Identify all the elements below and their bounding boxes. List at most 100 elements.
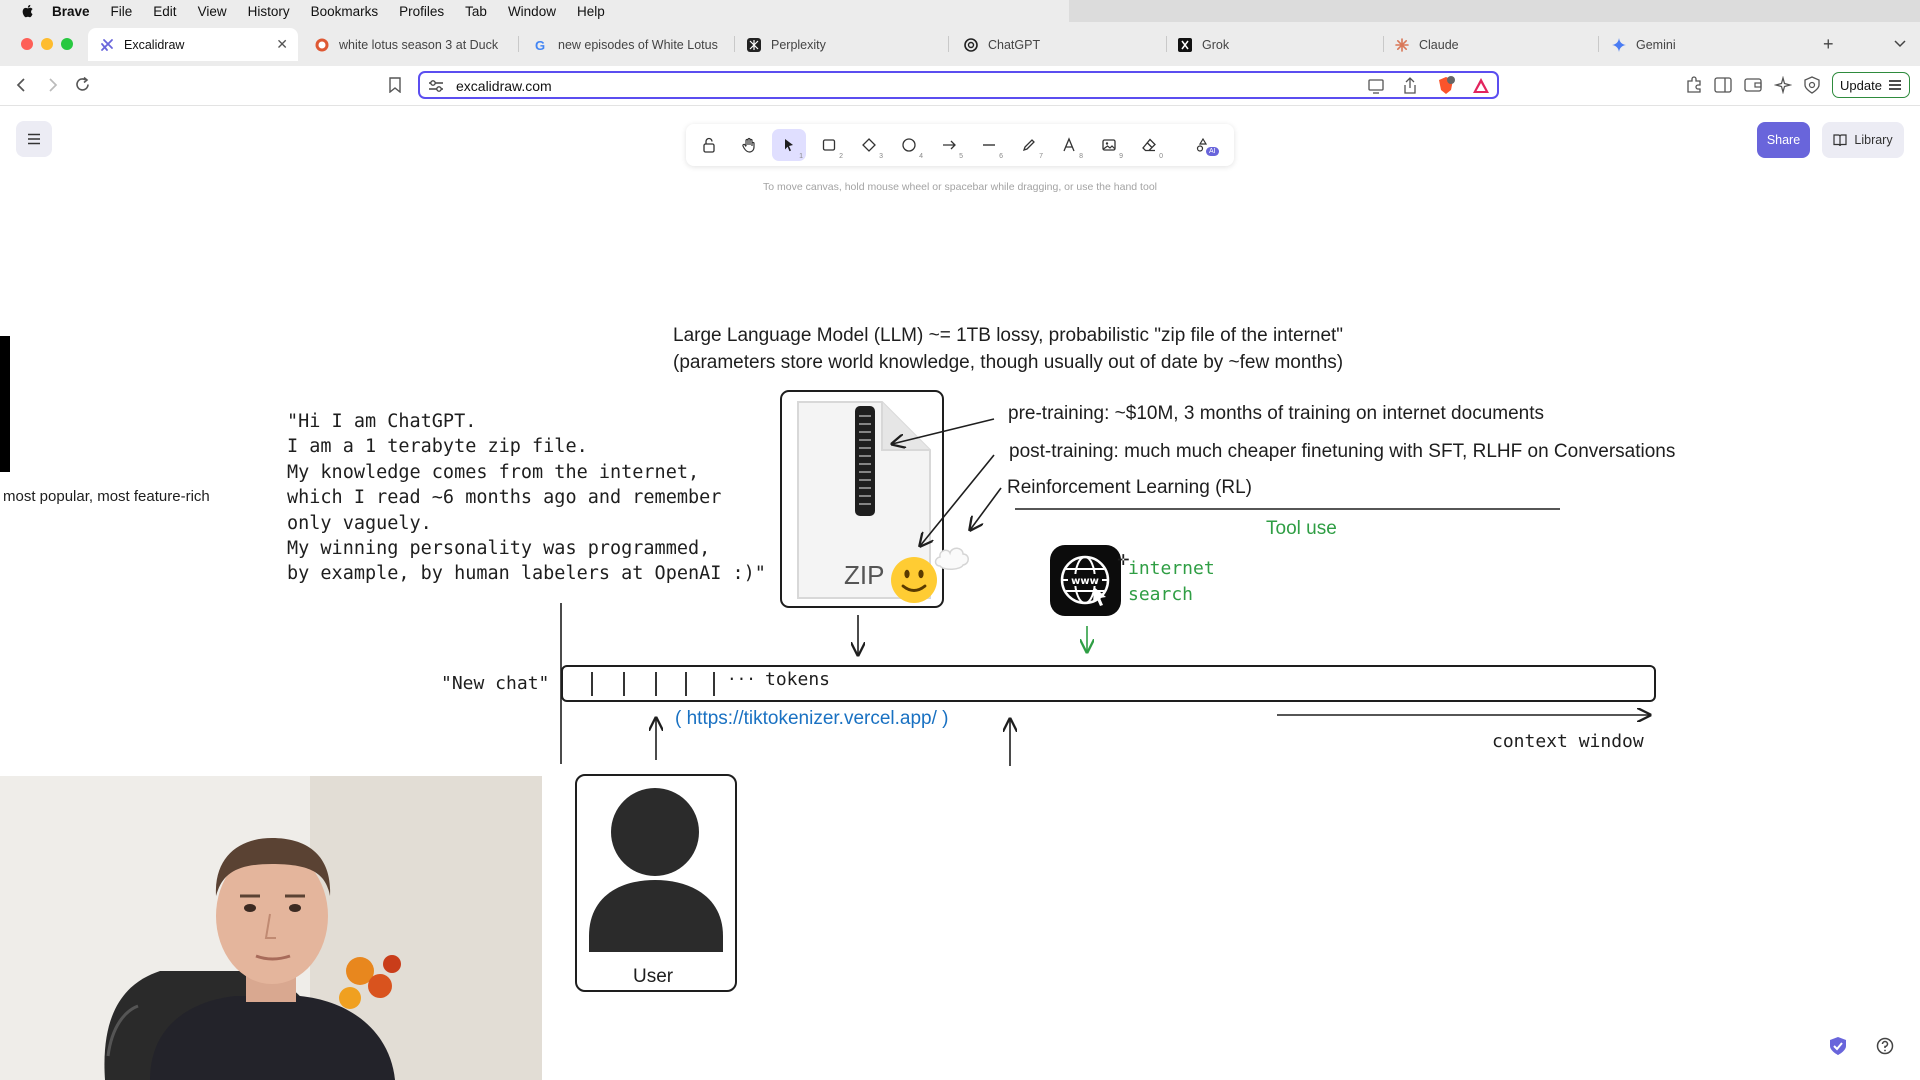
rectangle-tool-button[interactable]: 2 bbox=[812, 129, 846, 161]
bookmark-icon[interactable] bbox=[389, 77, 401, 93]
tool-shortcut-number: 6 bbox=[999, 153, 1003, 160]
new-tab-plus-icon[interactable]: + bbox=[1823, 34, 1834, 55]
leo-ai-sparkle-icon[interactable] bbox=[1774, 76, 1792, 94]
help-question-icon[interactable] bbox=[1875, 1036, 1895, 1056]
extensions-puzzle-icon[interactable] bbox=[1685, 76, 1703, 94]
share-button[interactable]: Share bbox=[1757, 122, 1810, 158]
tab-grok[interactable]: Grok bbox=[1166, 28, 1376, 61]
menu-help[interactable]: Help bbox=[577, 4, 605, 19]
tool-shortcut-number: 9 bbox=[1119, 153, 1123, 160]
tab-separator bbox=[1598, 36, 1599, 52]
menu-lines-icon bbox=[1888, 80, 1901, 90]
update-button[interactable]: Update bbox=[1832, 72, 1910, 98]
text-tool-button[interactable]: 8 bbox=[1052, 129, 1086, 161]
cast-screen-icon[interactable] bbox=[1367, 78, 1385, 94]
eraser-tool-button[interactable]: 0 bbox=[1132, 129, 1166, 161]
tool-shortcut-number: 7 bbox=[1039, 153, 1043, 160]
menu-profiles[interactable]: Profiles bbox=[399, 4, 444, 19]
window-close-button[interactable] bbox=[21, 38, 33, 50]
globe-www-icon: www bbox=[1060, 555, 1110, 606]
vpn-shield-icon[interactable] bbox=[1804, 76, 1820, 94]
ai-badge: AI bbox=[1206, 147, 1219, 156]
diamond-tool-button[interactable]: 3 bbox=[852, 129, 886, 161]
chatgpt-favicon-icon bbox=[964, 37, 978, 52]
reload-icon[interactable] bbox=[74, 76, 91, 93]
tab-gemini[interactable]: Gemini bbox=[1600, 28, 1810, 61]
duckduckgo-favicon-icon bbox=[315, 38, 329, 51]
rectangle-icon bbox=[822, 139, 836, 151]
line-tool-button[interactable]: 6 bbox=[972, 129, 1006, 161]
tab-duckduckgo[interactable]: white lotus season 3 at Duck bbox=[303, 28, 508, 61]
menu-file[interactable]: File bbox=[111, 4, 133, 19]
book-icon bbox=[1833, 134, 1847, 147]
hand-tool-button[interactable] bbox=[732, 129, 766, 161]
apple-logo-icon[interactable] bbox=[20, 3, 36, 19]
tab-perplexity[interactable]: Perplexity bbox=[735, 28, 945, 61]
webcam-video-overlay bbox=[0, 776, 542, 1080]
tab-chatgpt[interactable]: ChatGPT bbox=[952, 28, 1162, 61]
context-window-label: context window bbox=[1492, 731, 1644, 752]
tab-title: Claude bbox=[1419, 37, 1459, 52]
draw-tool-button[interactable]: 7 bbox=[1012, 129, 1046, 161]
tool-use-text: Tool use bbox=[1266, 518, 1337, 539]
hamburger-menu-icon bbox=[28, 133, 40, 145]
tab-separator bbox=[948, 36, 949, 52]
more-tools-button[interactable]: AI bbox=[1186, 129, 1220, 161]
internet-search-app-tile: www bbox=[1050, 545, 1121, 616]
sidebar-toggle-icon[interactable] bbox=[1714, 77, 1732, 93]
site-settings-icon[interactable] bbox=[428, 79, 444, 93]
menu-view[interactable]: View bbox=[198, 4, 227, 19]
perplexity-favicon-icon bbox=[747, 37, 761, 52]
gemini-favicon-icon bbox=[1612, 37, 1626, 52]
main-menu-button[interactable] bbox=[16, 121, 52, 157]
address-bar[interactable]: excalidraw.com bbox=[418, 71, 1499, 99]
menu-history[interactable]: History bbox=[248, 4, 290, 19]
share-page-icon[interactable] bbox=[1403, 77, 1417, 95]
thought-cloud-icon bbox=[934, 547, 969, 570]
unlock-icon bbox=[703, 137, 715, 153]
window-minimize-button[interactable] bbox=[41, 38, 53, 50]
close-tab-icon[interactable]: ✕ bbox=[276, 36, 288, 53]
tab-title: Excalidraw bbox=[124, 37, 185, 52]
forward-arrow-icon[interactable] bbox=[45, 77, 59, 93]
arrow-tool-button[interactable]: 5 bbox=[932, 129, 966, 161]
wallet-icon[interactable] bbox=[1744, 77, 1762, 93]
url-text: excalidraw.com bbox=[456, 78, 552, 94]
tab-excalidraw[interactable]: Excalidraw ✕ bbox=[88, 28, 298, 61]
tool-shortcut-number: 3 bbox=[879, 153, 883, 160]
shapes-toolbar: 1 2 3 4 5 6 7 8 9 0 AI bbox=[686, 124, 1234, 166]
menu-bookmarks[interactable]: Bookmarks bbox=[311, 4, 379, 19]
library-button[interactable]: Library bbox=[1822, 122, 1904, 158]
back-arrow-icon[interactable] bbox=[15, 77, 29, 93]
chatgpt-quote-text: "Hi I am ChatGPT. I am a 1 terabyte zip … bbox=[287, 411, 766, 585]
image-tool-button[interactable]: 9 bbox=[1092, 129, 1126, 161]
tool-shortcut-number: 1 bbox=[799, 153, 803, 160]
privacy-shield-check-icon[interactable] bbox=[1828, 1036, 1848, 1056]
menu-window[interactable]: Window bbox=[508, 4, 556, 19]
selection-tool-button[interactable]: 1 bbox=[772, 129, 806, 161]
tool-shortcut-number: 5 bbox=[959, 153, 963, 160]
menu-bar-empty-area bbox=[1069, 0, 1920, 22]
menu-edit[interactable]: Edit bbox=[153, 4, 176, 19]
zip-label: ZIP bbox=[844, 560, 885, 590]
update-label: Update bbox=[1840, 77, 1882, 93]
menu-app-name[interactable]: Brave bbox=[52, 4, 90, 19]
brave-shields-icon[interactable] bbox=[1436, 76, 1456, 96]
tab-google-search[interactable]: G new episodes of White Lotus bbox=[522, 28, 722, 61]
tab-list-chevron-down-icon[interactable] bbox=[1894, 40, 1906, 48]
tab-title: Gemini bbox=[1636, 37, 1676, 52]
window-zoom-button[interactable] bbox=[61, 38, 73, 50]
brave-rewards-icon[interactable] bbox=[1472, 77, 1490, 94]
tab-claude[interactable]: Claude bbox=[1383, 28, 1593, 61]
grok-favicon-icon bbox=[1178, 37, 1192, 52]
rl-text: Reinforcement Learning (RL) bbox=[1007, 477, 1253, 498]
canvas-black-bar bbox=[0, 336, 10, 472]
lock-tool-button[interactable] bbox=[692, 129, 726, 161]
tiktokenizer-link[interactable]: ( https://tiktokenizer.vercel.app/ ) bbox=[675, 708, 949, 730]
tab-title: Grok bbox=[1202, 37, 1230, 52]
canvas-hint-text: To move canvas, hold mouse wheel or spac… bbox=[763, 181, 1157, 193]
ellipse-tool-button[interactable]: 4 bbox=[892, 129, 926, 161]
menu-tab[interactable]: Tab bbox=[465, 4, 487, 19]
hand-icon bbox=[742, 137, 755, 153]
pencil-icon bbox=[1022, 139, 1035, 152]
